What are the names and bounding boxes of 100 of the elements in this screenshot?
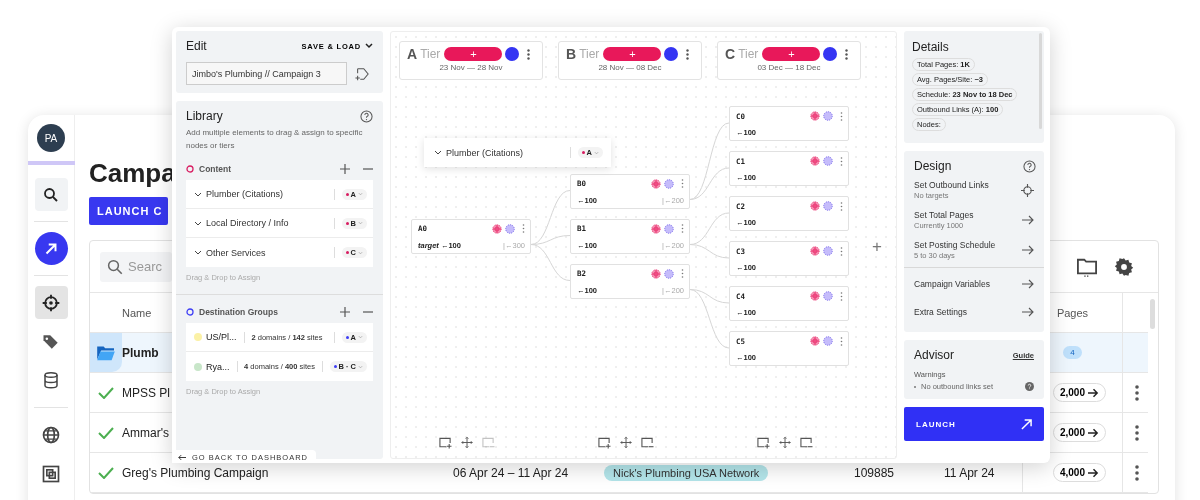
chevron-down-icon bbox=[194, 250, 202, 255]
user-avatar[interactable]: PA bbox=[37, 124, 65, 152]
add-icon[interactable] bbox=[340, 307, 350, 317]
more-icon[interactable] bbox=[522, 224, 525, 233]
target-circle-icon[interactable] bbox=[810, 156, 820, 166]
launch-campaign-button[interactable]: LAUNCH C bbox=[89, 197, 169, 225]
pages-button[interactable]: 2,000 bbox=[1052, 423, 1106, 442]
more-icon[interactable] bbox=[1134, 384, 1139, 401]
target-circle-icon[interactable] bbox=[651, 178, 661, 189]
add-frame-icon[interactable] bbox=[598, 436, 611, 449]
option-title: Campaign Variables bbox=[914, 279, 990, 289]
search-icon bbox=[42, 185, 60, 204]
move-icon[interactable] bbox=[460, 436, 473, 449]
dashed-circle-icon[interactable] bbox=[664, 223, 674, 234]
pages-button[interactable]: 2,000 bbox=[1052, 383, 1106, 402]
panel-title: Edit bbox=[186, 39, 207, 53]
target-circle-icon[interactable] bbox=[492, 223, 502, 234]
pages-button[interactable]: 4,000 bbox=[1052, 463, 1106, 482]
content-label: Other Services bbox=[206, 247, 267, 258]
group-name: US/Pl... bbox=[206, 332, 237, 342]
help-icon[interactable] bbox=[360, 109, 373, 123]
settings-icon[interactable] bbox=[1114, 256, 1134, 277]
column-header[interactable]: Pages bbox=[1056, 306, 1089, 319]
target-circle-icon[interactable] bbox=[810, 336, 820, 346]
target-circle-icon[interactable] bbox=[810, 246, 820, 256]
more-icon[interactable] bbox=[681, 269, 684, 278]
help-icon[interactable] bbox=[1023, 159, 1036, 173]
chevron-down-icon bbox=[358, 250, 363, 255]
frame-icon bbox=[41, 463, 61, 484]
dashed-circle-icon[interactable] bbox=[823, 246, 833, 256]
tier-dot-icon[interactable] bbox=[505, 47, 520, 61]
campaign-number: 109885 bbox=[853, 465, 894, 480]
add-tier-button[interactable]: + bbox=[872, 239, 882, 255]
chevron-down-icon bbox=[358, 192, 363, 196]
group-name: Rya... bbox=[206, 361, 230, 372]
folder-icon[interactable] bbox=[1076, 256, 1098, 277]
dashed-circle-icon[interactable] bbox=[823, 111, 833, 121]
add-frame-icon[interactable] bbox=[439, 436, 452, 449]
dashed-circle-icon[interactable] bbox=[823, 291, 833, 301]
scrollbar[interactable] bbox=[1150, 299, 1155, 329]
tier-dates: 28 Nov — 08 Dec bbox=[597, 63, 663, 72]
more-icon[interactable] bbox=[681, 224, 684, 233]
remove-frame-icon[interactable] bbox=[800, 436, 813, 449]
date-range: 06 Apr 24 – 11 Apr 24 bbox=[453, 465, 569, 480]
chevron-down-icon bbox=[358, 335, 363, 339]
target-circle-icon[interactable] bbox=[651, 268, 661, 279]
add-button[interactable]: + bbox=[444, 47, 503, 61]
campaign-name-field[interactable]: Jimbo's Plumbing // Campaign 3 bbox=[186, 62, 347, 85]
option-title: Set Total Pages bbox=[914, 210, 974, 220]
add-button[interactable]: + bbox=[762, 47, 821, 61]
dashed-circle-icon[interactable] bbox=[664, 268, 674, 279]
remove-frame-icon[interactable] bbox=[641, 436, 654, 449]
dashed-circle-icon[interactable] bbox=[505, 223, 515, 234]
more-icon[interactable] bbox=[845, 48, 849, 60]
group-name[interactable]: Plumb bbox=[122, 345, 159, 360]
design-option[interactable]: Campaign Variables bbox=[904, 270, 1044, 298]
tier-dot-icon[interactable] bbox=[823, 47, 838, 61]
add-icon[interactable] bbox=[340, 164, 350, 174]
dashed-circle-icon[interactable] bbox=[664, 178, 674, 189]
tier-dot-icon[interactable] bbox=[664, 47, 679, 61]
more-icon[interactable] bbox=[1134, 424, 1139, 441]
arrow-right-icon bbox=[1088, 387, 1099, 398]
nav-target-button[interactable] bbox=[34, 286, 68, 319]
campaign-name[interactable]: Greg's Plumbing Campaign bbox=[122, 465, 269, 480]
tag-add-icon[interactable] bbox=[355, 66, 369, 81]
chevron-down-icon bbox=[194, 191, 202, 197]
help-icon[interactable] bbox=[1025, 382, 1034, 391]
database-icon bbox=[42, 370, 60, 391]
nav-search-button[interactable] bbox=[34, 178, 68, 211]
more-icon[interactable] bbox=[681, 179, 684, 188]
more-icon[interactable] bbox=[686, 48, 690, 60]
page-title: Campa bbox=[89, 158, 176, 188]
chevron-down-icon bbox=[434, 150, 442, 155]
count-badge: 4 bbox=[1063, 346, 1082, 359]
design-option[interactable]: Extra Settings bbox=[904, 298, 1044, 326]
target-circle-icon[interactable] bbox=[810, 111, 820, 121]
option-title: Extra Settings bbox=[914, 307, 967, 317]
nav-launch-button[interactable] bbox=[34, 232, 68, 265]
more-icon[interactable] bbox=[1134, 464, 1139, 481]
campaign-name[interactable]: Ammar's bbox=[122, 425, 169, 440]
search-field[interactable]: Searc bbox=[100, 251, 172, 282]
dashed-circle-icon[interactable] bbox=[823, 156, 833, 166]
more-icon[interactable] bbox=[527, 48, 531, 60]
add-button[interactable]: + bbox=[603, 47, 662, 61]
column-header[interactable]: Name bbox=[122, 306, 152, 319]
target-circle-icon[interactable] bbox=[651, 223, 661, 234]
target-circle-icon[interactable] bbox=[810, 291, 820, 301]
arrow-right-icon bbox=[1022, 245, 1034, 255]
move-icon[interactable] bbox=[619, 436, 632, 449]
launch-button[interactable]: LAUNCH bbox=[904, 407, 1044, 441]
add-frame-icon[interactable] bbox=[757, 436, 770, 449]
move-icon[interactable] bbox=[778, 436, 791, 449]
campaign-name[interactable]: MPSS Pl bbox=[122, 385, 170, 400]
globe-icon bbox=[41, 424, 61, 445]
chevron-down-icon bbox=[194, 220, 202, 226]
dashed-circle-icon[interactable] bbox=[823, 201, 833, 211]
target-circle-icon[interactable] bbox=[810, 201, 820, 211]
chevron-down-icon bbox=[594, 150, 599, 155]
dashed-circle-icon[interactable] bbox=[823, 336, 833, 346]
section-title: Destination Groups bbox=[199, 307, 279, 317]
